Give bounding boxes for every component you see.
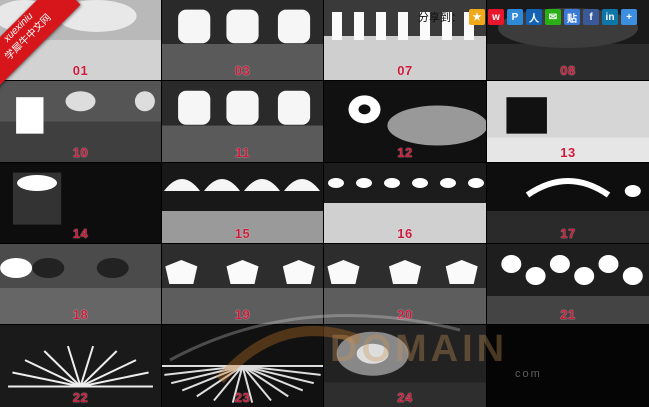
- wechat-icon[interactable]: ✉: [545, 9, 561, 25]
- hdri-thumbnail-empty[interactable]: [487, 325, 649, 407]
- weibo-icon[interactable]: w: [488, 9, 504, 25]
- hdri-thumbnail-19[interactable]: 19: [162, 244, 323, 324]
- renren-icon[interactable]: 人: [526, 9, 542, 25]
- thumbnail-number: 01: [72, 63, 89, 78]
- hdri-thumbnail-17[interactable]: 17: [487, 163, 649, 243]
- thumbnail-number: 13: [560, 145, 576, 160]
- thumbnail-number: 22: [72, 390, 89, 405]
- thumbnail-number: 08: [560, 63, 576, 78]
- tieba-icon[interactable]: 贴: [564, 9, 580, 25]
- qzone-icon[interactable]: ★: [469, 9, 485, 25]
- facebook-icon[interactable]: f: [583, 9, 599, 25]
- thumbnail-number: 19: [234, 307, 251, 322]
- thumbnail-number: 12: [397, 145, 413, 160]
- thumbnail-number: 03: [234, 63, 251, 78]
- hdri-thumbnail-23[interactable]: 23: [162, 325, 323, 407]
- hdri-thumbnail-21[interactable]: 21: [487, 244, 649, 324]
- hdri-thumbnail-20[interactable]: 20: [324, 244, 486, 324]
- hdri-thumbnail-14[interactable]: 14: [0, 163, 161, 243]
- thumbnail-number: 14: [72, 226, 89, 241]
- hdri-thumbnail-13[interactable]: 13: [487, 81, 649, 162]
- pengyou-icon[interactable]: P: [507, 9, 523, 25]
- hdri-thumbnail-16[interactable]: 16: [324, 163, 486, 243]
- hdri-thumbnail-22[interactable]: 22: [0, 325, 161, 407]
- linkedin-icon[interactable]: in: [602, 9, 618, 25]
- hdri-thumbnail-18[interactable]: 18: [0, 244, 161, 324]
- thumbnail-number: 20: [397, 307, 413, 322]
- thumbnail-number: 17: [560, 226, 576, 241]
- share-toolbar: 分享到： ★ w P 人 ✉ 贴 f in +: [418, 8, 637, 26]
- thumbnail-number: 10: [72, 145, 89, 160]
- share-label: 分享到：: [418, 11, 462, 24]
- thumbnail-number: 21: [560, 307, 576, 322]
- hdri-preview-image: [487, 325, 649, 407]
- hdri-thumbnail-10[interactable]: 10: [0, 81, 161, 162]
- hdri-thumbnail-12[interactable]: 12: [324, 81, 486, 162]
- more-icon[interactable]: +: [621, 9, 637, 25]
- thumbnail-number: 24: [397, 390, 413, 405]
- hdri-thumbnail-grid: 01 03 07 08 10 11 12 13 14 15 16 17 18 19 20 21 22 23 24: [0, 0, 649, 407]
- thumbnail-number: 11: [235, 145, 250, 160]
- thumbnail-number: 07: [397, 63, 413, 78]
- hdri-thumbnail-11[interactable]: 11: [162, 81, 323, 162]
- hdri-thumbnail-03[interactable]: 03: [162, 0, 323, 80]
- hdri-thumbnail-24[interactable]: 24: [324, 325, 486, 407]
- thumbnail-number: 16: [397, 226, 413, 241]
- hdri-thumbnail-15[interactable]: 15: [162, 163, 323, 243]
- thumbnail-number: 15: [234, 226, 251, 241]
- thumbnail-number: 23: [234, 390, 251, 405]
- thumbnail-number: 18: [72, 307, 89, 322]
